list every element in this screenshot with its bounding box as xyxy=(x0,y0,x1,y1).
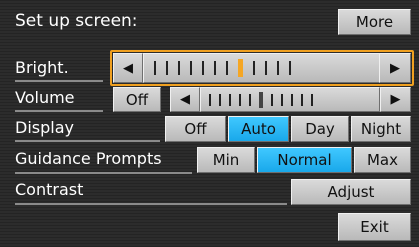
slider-tick xyxy=(239,93,241,106)
slider-tick xyxy=(209,93,211,106)
display-underline xyxy=(15,140,160,142)
guidance-normal-button[interactable]: Normal xyxy=(257,147,352,173)
display-night-button[interactable]: Night xyxy=(351,116,411,142)
focus-highlight xyxy=(110,50,414,86)
exit-button[interactable]: Exit xyxy=(338,213,411,241)
guidance-min-button[interactable]: Min xyxy=(197,147,255,173)
display-auto-button[interactable]: Auto xyxy=(228,116,289,142)
bright-label: Bright. xyxy=(15,58,69,77)
guidance-prompts-label: Guidance Prompts xyxy=(15,149,162,168)
slider-tick xyxy=(229,93,231,106)
slider-tick xyxy=(271,93,273,106)
display-label: Display xyxy=(15,118,74,137)
slider-tick xyxy=(311,93,313,106)
volume-slider-thumb[interactable] xyxy=(259,91,263,108)
slider-tick xyxy=(301,93,303,106)
guidance-max-button[interactable]: Max xyxy=(354,147,411,173)
left-arrow-icon: ◀ xyxy=(180,92,190,107)
setup-screen: Set up screen: More Bright. ◀ ▶ Volume O… xyxy=(0,0,419,247)
slider-tick xyxy=(281,93,283,106)
volume-slider-track[interactable] xyxy=(200,87,380,112)
contrast-adjust-button[interactable]: Adjust xyxy=(291,179,411,205)
slider-tick xyxy=(219,93,221,106)
volume-off-button[interactable]: Off xyxy=(113,87,161,112)
volume-underline xyxy=(15,110,103,112)
screen-title: Set up screen: xyxy=(15,11,138,31)
bright-underline xyxy=(15,80,103,82)
volume-label: Volume xyxy=(15,88,75,107)
contrast-underline xyxy=(15,203,287,205)
contrast-label: Contrast xyxy=(15,180,84,199)
more-button[interactable]: More xyxy=(338,9,411,35)
slider-tick xyxy=(249,93,251,106)
guidance-underline xyxy=(15,172,192,174)
slider-tick xyxy=(291,93,293,106)
volume-increase-button[interactable]: ▶ xyxy=(380,87,411,112)
display-off-button[interactable]: Off xyxy=(165,116,226,142)
right-arrow-icon: ▶ xyxy=(390,92,401,107)
volume-decrease-button[interactable]: ◀ xyxy=(170,87,200,112)
display-day-button[interactable]: Day xyxy=(291,116,349,142)
